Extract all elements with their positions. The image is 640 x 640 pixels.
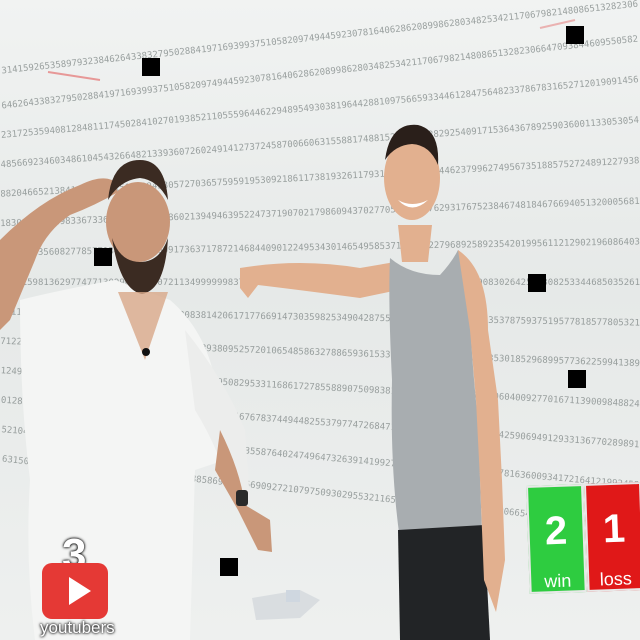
- glitch-square: [220, 558, 238, 576]
- glitch-square: [142, 58, 160, 76]
- youtubers-badge: 3 youtubers: [40, 530, 120, 640]
- glitch-square: [94, 248, 112, 266]
- win-count: 2: [544, 508, 568, 554]
- loss-score-box: 1 loss: [583, 481, 640, 592]
- youtubers-label: youtubers: [40, 618, 115, 637]
- youtube-play-icon: [42, 563, 108, 619]
- win-label: win: [543, 570, 572, 592]
- glitch-square: [566, 26, 584, 44]
- win-score-box: 2 win: [526, 484, 587, 594]
- play-triangle: [69, 577, 91, 605]
- glitch-square: [528, 274, 546, 292]
- loss-label: loss: [599, 568, 633, 590]
- glitch-square: [568, 370, 586, 388]
- scoreboard: 2 win 1 loss: [526, 481, 640, 596]
- loss-count: 1: [602, 506, 626, 552]
